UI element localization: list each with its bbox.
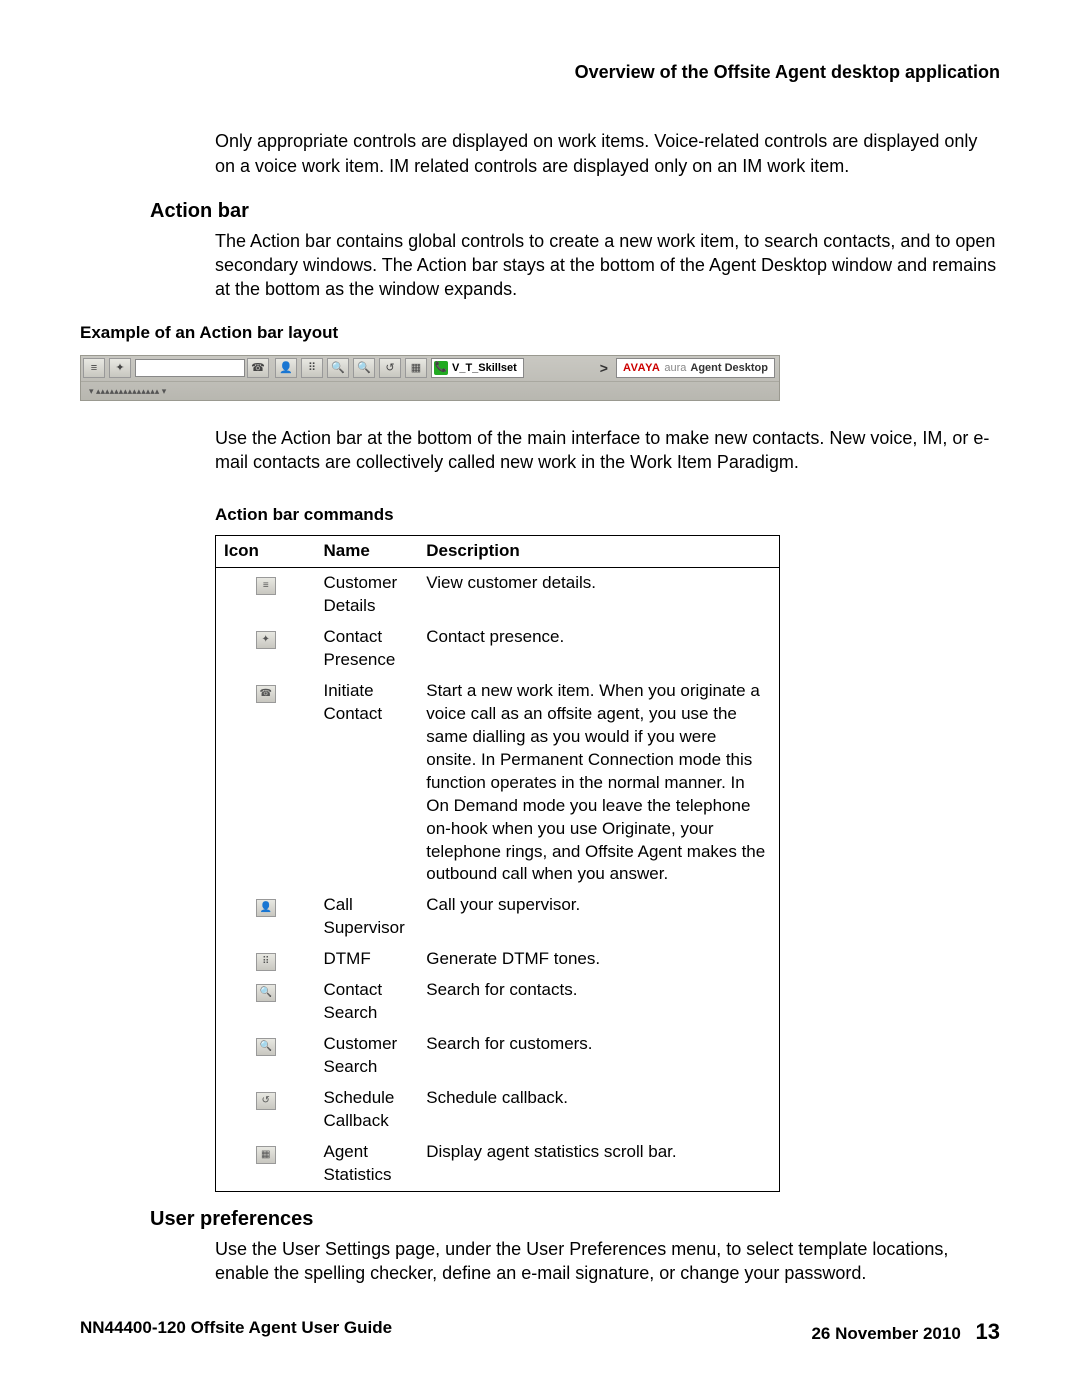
- customer-details-icon[interactable]: ≡: [83, 358, 105, 378]
- action-bar-input[interactable]: [135, 359, 245, 377]
- col-desc: Description: [418, 536, 779, 568]
- customer-details-icon: ≡: [256, 577, 276, 595]
- schedule-callback-icon[interactable]: ↺: [379, 358, 401, 378]
- dtmf-icon: ⠿: [256, 953, 276, 971]
- cmd-desc: Search for customers.: [418, 1029, 779, 1083]
- intro-paragraph: Only appropriate controls are displayed …: [215, 129, 1000, 178]
- contact-search-icon[interactable]: 🔍: [327, 358, 349, 378]
- cmd-name: Agent Statistics: [316, 1137, 419, 1191]
- cmd-desc: Schedule callback.: [418, 1083, 779, 1137]
- agent-statistics-icon: ▦: [256, 1146, 276, 1164]
- cmd-name: Contact Search: [316, 975, 419, 1029]
- table-row: ⠿ DTMF Generate DTMF tones.: [216, 944, 780, 975]
- table-row: ▦ Agent Statistics Display agent statist…: [216, 1137, 780, 1191]
- table-header-row: Icon Name Description: [216, 536, 780, 568]
- footer-date: 26 November 2010: [811, 1324, 960, 1343]
- action-bar-example-heading: Example of an Action bar layout: [80, 322, 1000, 345]
- table-row: ≡ Customer Details View customer details…: [216, 568, 780, 622]
- col-name: Name: [316, 536, 419, 568]
- page-footer: NN44400-120 Offsite Agent User Guide 26 …: [80, 1317, 1000, 1347]
- contact-presence-icon: ✦: [256, 631, 276, 649]
- brand-badge: AVAYA aura Agent Desktop: [616, 358, 775, 378]
- action-bar-example: ≡ ✦ ☎ 👤 ⠿ 🔍 🔍 ↺ ▦ 📞 V_T_Skillset > AVAYA…: [80, 355, 780, 401]
- customer-search-icon: 🔍: [256, 1038, 276, 1056]
- table-row: 🔍 Customer Search Search for customers.: [216, 1029, 780, 1083]
- cmd-desc: Call your supervisor.: [418, 890, 779, 944]
- skillset-dropdown[interactable]: 📞 V_T_Skillset: [431, 358, 524, 378]
- table-row: ↺ Schedule Callback Schedule callback.: [216, 1083, 780, 1137]
- action-bar-description: The Action bar contains global controls …: [215, 229, 1000, 302]
- initiate-contact-icon: ☎: [256, 685, 276, 703]
- cmd-desc: Display agent statistics scroll bar.: [418, 1137, 779, 1191]
- aura-label: aura: [664, 361, 686, 376]
- page-header-title: Overview of the Offsite Agent desktop ap…: [80, 60, 1000, 84]
- action-bar-heading: Action bar: [150, 198, 1000, 225]
- skillset-label: V_T_Skillset: [452, 361, 517, 376]
- phone-icon: 📞: [434, 361, 448, 375]
- cmd-name: Schedule Callback: [316, 1083, 419, 1137]
- schedule-callback-icon: ↺: [256, 1092, 276, 1110]
- commands-table-caption: Action bar commands: [215, 504, 1000, 527]
- cmd-name: Call Supervisor: [316, 890, 419, 944]
- call-supervisor-icon[interactable]: 👤: [275, 358, 297, 378]
- action-bar-bottom-tab[interactable]: ▾ ▴▴▴▴▴▴▴▴▴▴▴▴▴▴ ▾: [81, 382, 779, 400]
- customer-search-icon[interactable]: 🔍: [353, 358, 375, 378]
- user-preferences-description: Use the User Settings page, under the Us…: [215, 1237, 1000, 1286]
- table-row: 🔍 Contact Search Search for contacts.: [216, 975, 780, 1029]
- cmd-desc: Contact presence.: [418, 622, 779, 676]
- user-preferences-heading: User preferences: [150, 1206, 1000, 1233]
- cmd-name: Initiate Contact: [316, 676, 419, 890]
- cmd-desc: Start a new work item. When you originat…: [418, 676, 779, 890]
- cmd-desc: View customer details.: [418, 568, 779, 622]
- avaya-logo: AVAYA: [623, 361, 660, 376]
- cmd-desc: Generate DTMF tones.: [418, 944, 779, 975]
- agent-statistics-icon[interactable]: ▦: [405, 358, 427, 378]
- call-supervisor-icon: 👤: [256, 899, 276, 917]
- cmd-desc: Search for contacts.: [418, 975, 779, 1029]
- agent-desktop-label: Agent Desktop: [690, 361, 768, 376]
- commands-table: Icon Name Description ≡ Customer Details…: [215, 535, 780, 1192]
- contact-search-icon: 🔍: [256, 984, 276, 1002]
- cmd-name: DTMF: [316, 944, 419, 975]
- cmd-name: Customer Details: [316, 568, 419, 622]
- chevron-right-icon[interactable]: >: [600, 359, 608, 378]
- cmd-name: Contact Presence: [316, 622, 419, 676]
- footer-doc-id: NN44400-120 Offsite Agent User Guide: [80, 1317, 392, 1347]
- contact-presence-icon[interactable]: ✦: [109, 358, 131, 378]
- action-bar-usage: Use the Action bar at the bottom of the …: [215, 426, 1000, 475]
- initiate-contact-icon[interactable]: ☎: [247, 358, 269, 378]
- col-icon: Icon: [216, 536, 316, 568]
- table-row: ☎ Initiate Contact Start a new work item…: [216, 676, 780, 890]
- table-row: 👤 Call Supervisor Call your supervisor.: [216, 890, 780, 944]
- cmd-name: Customer Search: [316, 1029, 419, 1083]
- footer-page-number: 13: [976, 1319, 1000, 1344]
- dtmf-icon[interactable]: ⠿: [301, 358, 323, 378]
- table-row: ✦ Contact Presence Contact presence.: [216, 622, 780, 676]
